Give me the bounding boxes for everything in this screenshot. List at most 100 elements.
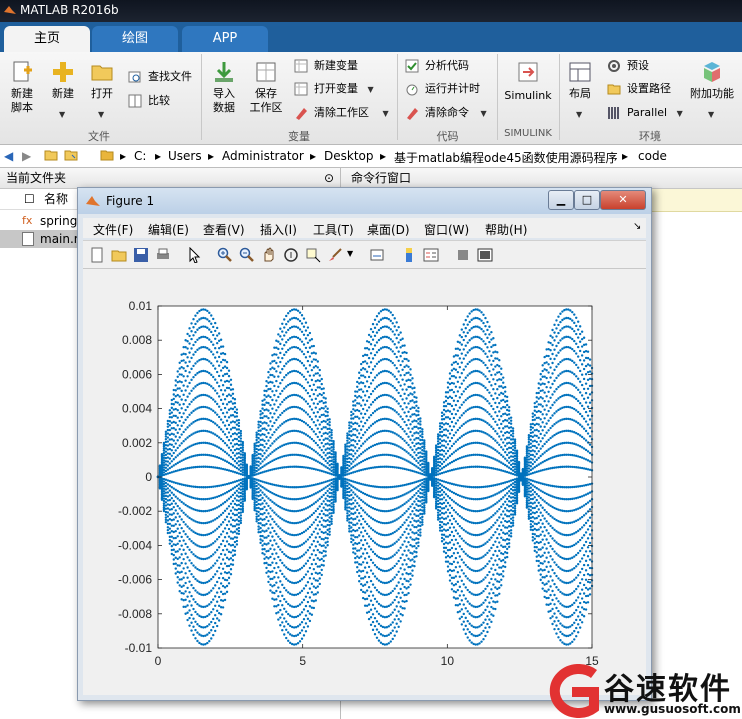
maximize-button[interactable]: □ (574, 190, 600, 210)
data-point (277, 586, 280, 589)
set-path-button[interactable]: 设置路径 (607, 80, 671, 98)
forward-arrow-icon[interactable]: ▶ (22, 149, 31, 163)
minimize-button[interactable]: ▁ (548, 190, 574, 210)
analyze-code-button[interactable]: 分析代码 (405, 57, 469, 75)
show-plot-tools-icon[interactable] (477, 247, 493, 263)
data-cursor-icon[interactable] (305, 247, 321, 263)
save-workspace-button[interactable]: 保存 工作区 (246, 60, 286, 115)
data-point (371, 338, 375, 341)
compare-button[interactable]: 比较 (128, 92, 170, 110)
data-point (324, 491, 327, 495)
menu-edit[interactable]: 编辑(E) (148, 221, 189, 238)
print-icon[interactable] (155, 247, 171, 263)
file-name: spring (40, 214, 78, 228)
simulink-button[interactable]: Simulink (502, 60, 554, 103)
brush-icon[interactable] (327, 247, 343, 263)
figure-canvas[interactable]: 0 5 10 15 -0.01 -0.008 -0.006 -0.004 -0.002 0 0.00… (83, 268, 646, 695)
hide-plot-tools-icon[interactable] (455, 247, 471, 263)
column-header-name[interactable]: ☐ 名称 (0, 189, 80, 210)
dock-arrow-icon[interactable]: ↘ (633, 221, 641, 232)
preferences-button[interactable]: 预设 (607, 57, 649, 75)
data-point (387, 317, 391, 321)
list-item[interactable]: main.m (0, 230, 86, 248)
import-data-button[interactable]: 导入 数据 (206, 60, 242, 115)
data-point (365, 362, 369, 365)
up-folder-icon[interactable] (44, 148, 58, 165)
menu-desktop[interactable]: 桌面(D) (367, 221, 410, 238)
data-point (438, 505, 442, 509)
pointer-icon[interactable] (187, 247, 203, 263)
menu-window[interactable]: 窗口(W) (424, 221, 469, 238)
axes-plot[interactable]: 0 5 10 15-0.01-0.008-0.006-0.004-0.00200.00… (83, 269, 646, 695)
tab-apps[interactable]: APP (182, 26, 268, 52)
data-point (411, 502, 414, 506)
clear-workspace-button[interactable]: 清除工作区 ▼ (294, 104, 389, 122)
data-point (184, 346, 187, 349)
colorbar-icon[interactable] (401, 247, 417, 263)
list-item[interactable]: fx spring (0, 212, 80, 230)
data-point (458, 594, 462, 597)
breadcrumb-item[interactable]: Desktop (324, 149, 374, 163)
breadcrumb-item[interactable]: Administrator (222, 149, 304, 163)
back-arrow-icon[interactable]: ◀ (4, 149, 13, 163)
breadcrumb-item[interactable]: 基于matlab编程ode45函数使用源码程序 (394, 149, 618, 166)
data-point (438, 486, 442, 490)
browse-folder-icon[interactable] (64, 148, 78, 165)
data-point (198, 533, 201, 536)
find-files-button[interactable]: 查找文件 (128, 68, 192, 86)
breadcrumb-item[interactable]: Users (168, 149, 202, 163)
link-plot-icon[interactable] (369, 247, 385, 263)
open-variable-button[interactable]: 打开变量 ▼ (294, 80, 374, 98)
data-point (576, 377, 580, 380)
data-point (210, 554, 213, 558)
menu-help[interactable]: 帮助(H) (485, 221, 527, 238)
data-point (308, 619, 312, 623)
rotate-3d-icon[interactable] (283, 247, 299, 263)
open-button[interactable]: 打开 ▼ (86, 60, 118, 119)
zoom-out-icon[interactable] (239, 247, 255, 263)
data-point (549, 357, 552, 361)
data-point (486, 433, 489, 436)
panel-menu-icon[interactable]: ⊙ (324, 168, 334, 188)
data-point (547, 363, 550, 366)
run-and-time-button[interactable]: 运行并计时 (405, 80, 480, 98)
data-point (320, 488, 323, 492)
tab-home[interactable]: 主页 (4, 26, 90, 52)
menu-insert[interactable]: 插入(I) (260, 221, 297, 238)
breadcrumb-item[interactable]: C: (134, 149, 146, 163)
new-figure-icon[interactable] (89, 247, 105, 263)
data-point (409, 373, 412, 377)
legend-icon[interactable] (423, 247, 439, 263)
layout-button[interactable]: 布局 ▼ (564, 60, 596, 119)
breadcrumb-item[interactable]: code (638, 149, 667, 163)
data-point (170, 486, 174, 489)
parallel-button[interactable]: Parallel ▼ (607, 104, 683, 122)
menu-tools[interactable]: 工具(T) (313, 221, 354, 238)
data-point (407, 410, 410, 414)
pan-hand-icon[interactable] (261, 247, 277, 263)
data-point (212, 409, 215, 413)
chevron-down-icon[interactable]: ▼ (347, 249, 353, 258)
save-icon[interactable] (133, 247, 149, 263)
data-point (580, 404, 584, 408)
data-point (462, 528, 465, 532)
tab-plots[interactable]: 绘图 (92, 26, 178, 52)
data-point (492, 467, 495, 470)
new-button[interactable]: 新建 ▼ (46, 60, 80, 119)
data-point (172, 458, 175, 461)
new-script-button[interactable]: 新建 脚本 (4, 60, 40, 115)
close-button[interactable]: ✕ (600, 190, 646, 210)
clear-commands-button[interactable]: 清除命令 ▼ (405, 104, 487, 122)
data-point (208, 395, 211, 398)
data-point (434, 497, 438, 501)
menu-view[interactable]: 查看(V) (203, 221, 245, 238)
menu-file[interactable]: 文件(F) (93, 221, 133, 238)
new-variable-button[interactable]: 新建变量 (294, 57, 358, 75)
add-ons-button[interactable]: 附加功能 ▼ (686, 60, 738, 119)
zoom-in-icon[interactable] (217, 247, 233, 263)
data-point (269, 515, 272, 518)
data-point (498, 516, 501, 519)
data-point (413, 395, 416, 399)
data-point (221, 530, 225, 533)
open-file-icon[interactable] (111, 247, 127, 263)
